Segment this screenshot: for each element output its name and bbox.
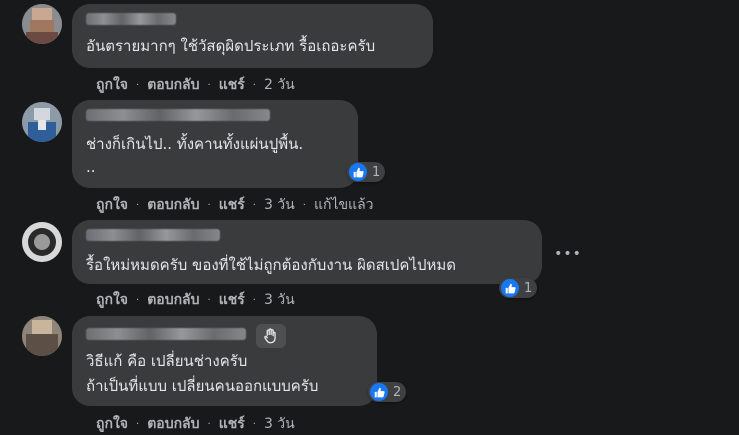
separator: · [136,294,140,306]
comment-text: อันตรายมากๆ ใช้วัสดุผิดประเภท รื้อเถอะคร… [86,37,376,55]
like-link[interactable]: ถูกใจ [96,194,128,216]
more-options-icon[interactable]: ••• [554,244,581,264]
reaction-summary[interactable]: 2 [368,382,407,402]
separator: · [207,79,211,91]
avatar[interactable] [22,102,62,142]
separator: · [136,418,140,430]
separator: · [136,79,140,91]
separator: · [207,418,211,430]
share-link[interactable]: แชร์ [219,194,245,216]
comment-actions: ถูกใจ · ตอบกลับ · แชร์ · 3 วัน [96,289,295,311]
separator: · [252,418,256,430]
reaction-summary[interactable]: 1 [499,278,538,298]
avatar[interactable] [22,316,62,356]
author-name-blurred[interactable] [86,229,220,241]
author-name-blurred[interactable] [86,13,176,25]
author-name-blurred[interactable] [86,328,246,340]
comment-text: รื้อใหม่หมดครับ ของที่ใช้ไม่ถูกต้องกับงา… [86,256,457,274]
reaction-summary[interactable]: 1 [347,162,386,182]
separator: · [207,199,211,211]
edited-label[interactable]: แก้ไขแล้ว [314,194,374,216]
share-link[interactable]: แชร์ [219,289,245,311]
waving-hand-icon[interactable] [256,324,286,348]
comment-bubble: ช่างก็เกินไป.. ทั้งคานทั้งแผ่นปูพื้น. .. [72,100,358,188]
reply-link[interactable]: ตอบกลับ [147,289,199,311]
like-thumb-icon [349,163,367,181]
avatar[interactable] [22,4,62,44]
avatar[interactable] [22,222,62,262]
share-link[interactable]: แชร์ [219,413,245,435]
author-name-blurred[interactable] [86,109,270,121]
comment-text: วิธีแก้ คือ เปลี่ยนช่างครับ [86,352,248,370]
reaction-count: 2 [393,384,402,400]
reaction-count: 1 [372,164,381,180]
separator: · [207,294,211,306]
like-link[interactable]: ถูกใจ [96,413,128,435]
timestamp[interactable]: 3 วัน [264,194,295,216]
like-thumb-icon [370,383,388,401]
separator: · [252,199,256,211]
comment-text: ช่างก็เกินไป.. ทั้งคานทั้งแผ่นปูพื้น. [86,135,304,153]
like-link[interactable]: ถูกใจ [96,289,128,311]
separator: · [302,199,306,211]
comment-actions: ถูกใจ · ตอบกลับ · แชร์ · 3 วัน [96,413,295,435]
comment-bubble: รื้อใหม่หมดครับ ของที่ใช้ไม่ถูกต้องกับงา… [72,220,542,284]
separator: · [252,294,256,306]
reaction-count: 1 [524,280,533,296]
timestamp[interactable]: 3 วัน [264,289,295,311]
reply-link[interactable]: ตอบกลับ [147,413,199,435]
comment-actions: ถูกใจ · ตอบกลับ · แชร์ · 2 วัน [96,74,295,96]
reply-link[interactable]: ตอบกลับ [147,74,199,96]
separator: · [252,79,256,91]
timestamp[interactable]: 3 วัน [264,413,295,435]
separator: · [136,199,140,211]
reply-link[interactable]: ตอบกลับ [147,194,199,216]
comment-actions: ถูกใจ · ตอบกลับ · แชร์ · 3 วัน · แก้ไขแล… [96,194,374,216]
timestamp[interactable]: 2 วัน [264,74,295,96]
comment-bubble: อันตรายมากๆ ใช้วัสดุผิดประเภท รื้อเถอะคร… [72,4,433,68]
like-thumb-icon [501,279,519,297]
like-link[interactable]: ถูกใจ [96,74,128,96]
comment-text: .. [86,158,96,176]
share-link[interactable]: แชร์ [219,74,245,96]
comment-text: ถ้าเป็นที่แบบ เปลี่ยนคนออกแบบครับ [86,377,319,395]
comment-bubble: วิธีแก้ คือ เปลี่ยนช่างครับ ถ้าเป็นที่แบ… [72,316,377,406]
